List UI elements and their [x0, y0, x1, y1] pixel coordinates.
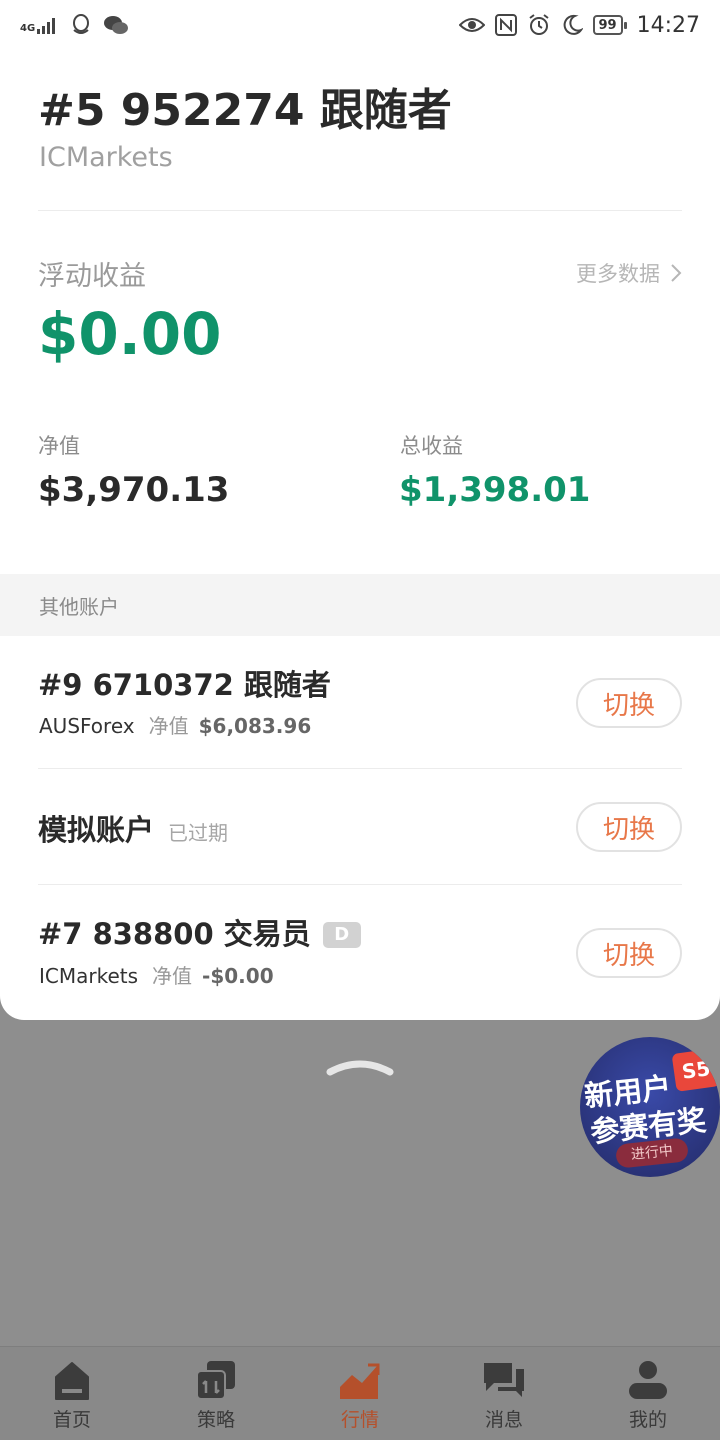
account-title: #5 952274 跟随者: [38, 85, 452, 136]
home-icon: [55, 1362, 89, 1400]
bottom-nav: 首页 策略 行情 消息 我的: [0, 1346, 720, 1440]
total-profit-value: $1,398.01: [399, 470, 591, 510]
battery-level: 99: [598, 17, 617, 33]
switch-account-button[interactable]: 切换: [576, 802, 682, 852]
clock: 14:27: [636, 12, 700, 38]
account-row-broker: AUSForex: [39, 714, 135, 738]
divider: [38, 210, 682, 211]
strategy-icon: [196, 1361, 235, 1400]
nav-item-market[interactable]: 行情: [288, 1347, 432, 1440]
switch-account-button[interactable]: 切换: [576, 678, 682, 728]
collapse-chevron-icon[interactable]: [326, 1052, 394, 1076]
switch-account-button[interactable]: 切换: [576, 928, 682, 978]
chevron-right-icon: [671, 264, 682, 282]
nav-label: 行情: [340, 1409, 379, 1431]
nfc-icon: [494, 14, 517, 36]
account-row-title: #9 6710372 跟随者: [38, 668, 331, 702]
eye-icon: [458, 18, 485, 32]
network-type: 4G: [20, 23, 36, 34]
nav-item-home[interactable]: 首页: [0, 1347, 144, 1440]
net-value: $3,970.13: [38, 470, 230, 510]
other-accounts-header: 其他账户: [0, 574, 720, 636]
nav-label: 消息: [484, 1409, 523, 1431]
net-value-label: 净值: [38, 434, 80, 458]
nav-item-strategy[interactable]: 策略: [144, 1347, 288, 1440]
more-data-link[interactable]: 更多数据: [576, 258, 682, 288]
account-row-details: ICMarkets 净值 -$0.00: [39, 960, 274, 989]
account-row-title: 模拟账户: [38, 813, 155, 847]
signal-icon: 4G: [20, 16, 59, 34]
account-row-net-value: -$0.00: [202, 964, 274, 988]
promo-badge-button[interactable]: S5 新用户 参赛有奖 进行中: [580, 1037, 720, 1177]
alarm-icon: [528, 14, 549, 35]
other-accounts-title: 其他账户: [39, 594, 119, 619]
qq-icon: [73, 14, 90, 34]
nav-item-profile[interactable]: 我的: [576, 1347, 720, 1440]
nav-label: 我的: [628, 1409, 667, 1431]
nav-item-messages[interactable]: 消息: [432, 1347, 576, 1440]
moon-icon: [563, 14, 583, 35]
account-row-details: AUSForex 净值 $6,083.96: [39, 710, 311, 739]
account-row-title-wrap: 模拟账户 已过期: [38, 807, 228, 849]
status-bar: 4G 99 14:27: [0, 0, 720, 50]
account-panel: #5 952274 跟随者 ICMarkets 浮动收益 更多数据 $0.00 …: [0, 50, 720, 1020]
account-broker: ICMarkets: [39, 142, 173, 173]
floating-profit-label: 浮动收益: [38, 261, 146, 292]
battery-icon: 99: [592, 15, 627, 35]
wechat-icon: [104, 16, 129, 34]
account-row-net-label: 净值: [152, 964, 193, 988]
nav-label: 策略: [196, 1409, 235, 1431]
total-profit-label: 总收益: [400, 434, 463, 458]
account-row-net-value: $6,083.96: [198, 714, 312, 738]
expired-status: 已过期: [168, 821, 229, 845]
account-row-title: #7 838800 交易员: [38, 917, 311, 951]
account-row: #9 6710372 跟随者 AUSForex 净值 $6,083.96 切换: [0, 636, 720, 769]
floating-profit-value: $0.00: [38, 300, 222, 368]
nav-label: 首页: [52, 1409, 91, 1431]
promo-season-badge: S5: [671, 1048, 720, 1092]
account-row-net-label: 净值: [148, 714, 189, 738]
market-chart-icon: [340, 1363, 380, 1399]
profile-icon: [629, 1361, 667, 1399]
message-icon: [484, 1363, 524, 1397]
account-row-broker: ICMarkets: [39, 964, 139, 988]
account-row: 模拟账户 已过期 切换: [0, 769, 720, 884]
account-row-title-wrap: #7 838800 交易员 D: [38, 911, 361, 953]
account-row: #7 838800 交易员 D ICMarkets 净值 -$0.00 切换: [0, 885, 720, 1020]
demo-badge: D: [322, 922, 361, 948]
more-data-label: 更多数据: [576, 262, 660, 286]
